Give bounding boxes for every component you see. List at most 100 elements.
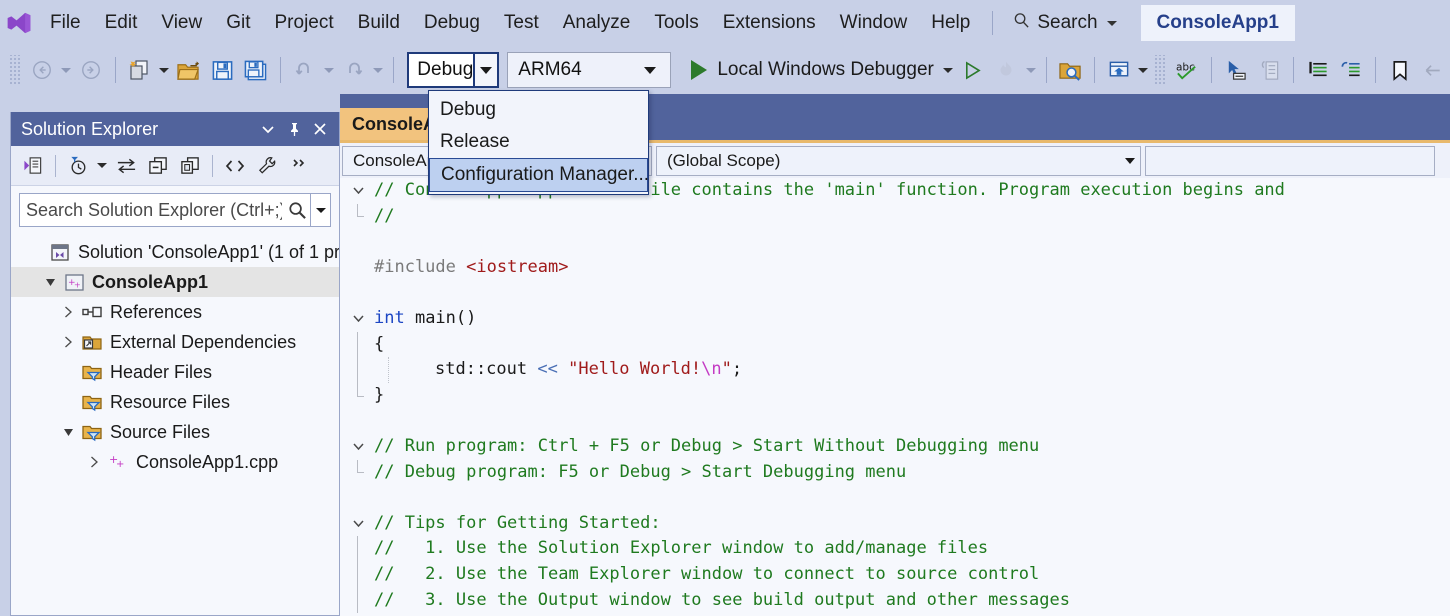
hot-reload-flame-icon[interactable] bbox=[989, 53, 1023, 87]
fold-chevron-down-icon[interactable] bbox=[342, 511, 374, 537]
undo-chevron-down-icon[interactable] bbox=[321, 53, 337, 87]
redo-icon[interactable] bbox=[337, 53, 371, 87]
solution-configuration-chevron-down-icon[interactable] bbox=[473, 54, 498, 86]
tree-label: External Dependencies bbox=[110, 332, 297, 352]
menu-file[interactable]: File bbox=[38, 8, 93, 38]
tree-row[interactable]: External Dependencies bbox=[11, 327, 339, 357]
config-menu-item-release[interactable]: Release bbox=[429, 126, 648, 158]
back-history-chevron-down-icon[interactable] bbox=[58, 53, 74, 87]
solution-platform-combo[interactable]: ARM64 bbox=[507, 52, 672, 88]
new-item-chevron-down-icon[interactable] bbox=[156, 53, 172, 87]
magnifier-icon[interactable] bbox=[284, 201, 310, 220]
search-options-chevron-down-icon[interactable] bbox=[310, 194, 330, 226]
back-icon[interactable] bbox=[25, 53, 59, 87]
search-input[interactable] bbox=[20, 198, 284, 222]
spell-check-abc-icon[interactable]: abc bbox=[1170, 53, 1204, 87]
home-solution-icon[interactable] bbox=[17, 150, 49, 182]
redo-chevron-down-icon[interactable] bbox=[371, 53, 387, 87]
tree-row[interactable]: Resource Files bbox=[11, 387, 339, 417]
fold-chevron-down-icon[interactable] bbox=[342, 306, 374, 332]
expanded-expander-icon[interactable] bbox=[39, 267, 61, 297]
toolbar-grip[interactable] bbox=[8, 55, 20, 85]
fold-guide bbox=[342, 331, 374, 358]
menu-extensions[interactable]: Extensions bbox=[711, 8, 828, 38]
menu-edit[interactable]: Edit bbox=[93, 8, 150, 38]
hot-reload-chevron-down-icon[interactable] bbox=[1023, 53, 1039, 87]
comment-lines-icon[interactable] bbox=[1301, 53, 1335, 87]
bookmark-icon[interactable] bbox=[1383, 53, 1417, 87]
global-search-box[interactable]: Search bbox=[1003, 9, 1126, 38]
menu-view[interactable]: View bbox=[149, 8, 214, 38]
sync-with-active-document-icon[interactable] bbox=[110, 150, 142, 182]
svg-text:abc: abc bbox=[1176, 61, 1195, 73]
fold-chevron-down-icon[interactable] bbox=[342, 434, 374, 460]
navbar-member-combo[interactable] bbox=[1145, 145, 1435, 176]
tree-row[interactable]: Header Files bbox=[11, 357, 339, 387]
pending-changes-filter-icon[interactable] bbox=[62, 150, 94, 182]
external-dependencies-icon bbox=[79, 327, 105, 357]
window-layout-chevron-down-icon[interactable] bbox=[1136, 53, 1152, 87]
open-file-icon[interactable] bbox=[172, 53, 206, 87]
code-editor-surface[interactable]: // ConsoleApp1.cpp : This file contains … bbox=[340, 178, 1450, 616]
code-line: { bbox=[340, 331, 1450, 358]
save-all-icon[interactable] bbox=[239, 53, 273, 87]
solution-explorer-toolbar bbox=[11, 146, 339, 186]
save-icon[interactable] bbox=[206, 53, 240, 87]
collapse-all-icon[interactable] bbox=[142, 150, 174, 182]
play-outline-icon[interactable] bbox=[956, 53, 990, 87]
code-text: } bbox=[374, 384, 385, 405]
expanded-expander-icon[interactable] bbox=[57, 417, 79, 447]
active-project-chip[interactable]: ConsoleApp1 bbox=[1140, 5, 1295, 41]
menu-tools[interactable]: Tools bbox=[642, 8, 710, 38]
fold-chevron-down-icon[interactable] bbox=[342, 178, 374, 204]
show-all-files-icon[interactable] bbox=[174, 150, 206, 182]
collapsed-expander-icon[interactable] bbox=[57, 327, 79, 357]
config-menu-item-configuration-manager[interactable]: Configuration Manager... bbox=[429, 158, 649, 192]
uncomment-lines-icon[interactable] bbox=[1334, 53, 1368, 87]
start-debugging-button[interactable]: Local Windows Debugger bbox=[681, 51, 940, 89]
menu-analyze[interactable]: Analyze bbox=[551, 8, 643, 38]
collapsed-expander-icon[interactable] bbox=[57, 297, 79, 327]
solution-platform-chevron-down-icon[interactable] bbox=[644, 66, 657, 74]
config-menu-item-debug[interactable]: Debug bbox=[429, 94, 648, 126]
forward-icon[interactable] bbox=[74, 53, 108, 87]
window-layout-icon[interactable] bbox=[1102, 53, 1136, 87]
select-tool-icon[interactable] bbox=[1219, 53, 1253, 87]
tree-row[interactable]: Solution 'ConsoleApp1' (1 of 1 pr bbox=[11, 237, 339, 267]
collapsed-expander-icon[interactable] bbox=[83, 447, 105, 477]
solution-tree: Solution 'ConsoleApp1' (1 of 1 pr + + Co… bbox=[11, 231, 339, 477]
view-code-icon[interactable] bbox=[219, 150, 251, 182]
navbar-scope-combo[interactable]: (Global Scope) bbox=[656, 145, 1141, 176]
pending-changes-chevron-down-icon[interactable] bbox=[94, 150, 110, 182]
folder-search-icon[interactable] bbox=[1053, 53, 1087, 87]
menu-test[interactable]: Test bbox=[492, 8, 551, 38]
chevron-down-icon[interactable] bbox=[1125, 157, 1135, 164]
chevron-down-icon[interactable] bbox=[255, 116, 281, 142]
tree-row[interactable]: Source Files bbox=[11, 417, 339, 447]
solution-configuration-value: Debug bbox=[409, 54, 474, 86]
menu-git[interactable]: Git bbox=[214, 8, 262, 38]
code-text: // Debug program: F5 or Debug > Start De… bbox=[374, 461, 907, 482]
menu-help[interactable]: Help bbox=[919, 8, 982, 38]
chevron-down-icon[interactable] bbox=[1106, 20, 1117, 26]
overflow-chevrons-icon[interactable] bbox=[283, 150, 315, 182]
menu-project[interactable]: Project bbox=[263, 8, 346, 38]
toolbar-grip-2[interactable] bbox=[1153, 55, 1166, 85]
previous-bookmark-icon[interactable] bbox=[1416, 53, 1450, 87]
tree-row[interactable]: + + ConsoleApp1 bbox=[11, 267, 339, 297]
tree-row[interactable]: References bbox=[11, 297, 339, 327]
indent-block-icon[interactable] bbox=[1252, 53, 1286, 87]
properties-wrench-icon[interactable] bbox=[251, 150, 283, 182]
tree-label: Header Files bbox=[110, 362, 213, 382]
undo-icon[interactable] bbox=[288, 53, 322, 87]
close-icon[interactable] bbox=[307, 116, 333, 142]
new-item-icon[interactable] bbox=[123, 53, 157, 87]
menu-debug[interactable]: Debug bbox=[412, 8, 492, 38]
menu-window[interactable]: Window bbox=[828, 8, 920, 38]
solution-explorer-search[interactable] bbox=[19, 193, 331, 227]
tree-row[interactable]: + + ConsoleApp1.cpp bbox=[11, 447, 339, 477]
pin-icon[interactable] bbox=[281, 116, 307, 142]
menu-build[interactable]: Build bbox=[346, 8, 412, 38]
solution-configuration-combo[interactable]: Debug bbox=[407, 52, 500, 88]
start-debugging-chevron-down-icon[interactable] bbox=[940, 53, 956, 87]
